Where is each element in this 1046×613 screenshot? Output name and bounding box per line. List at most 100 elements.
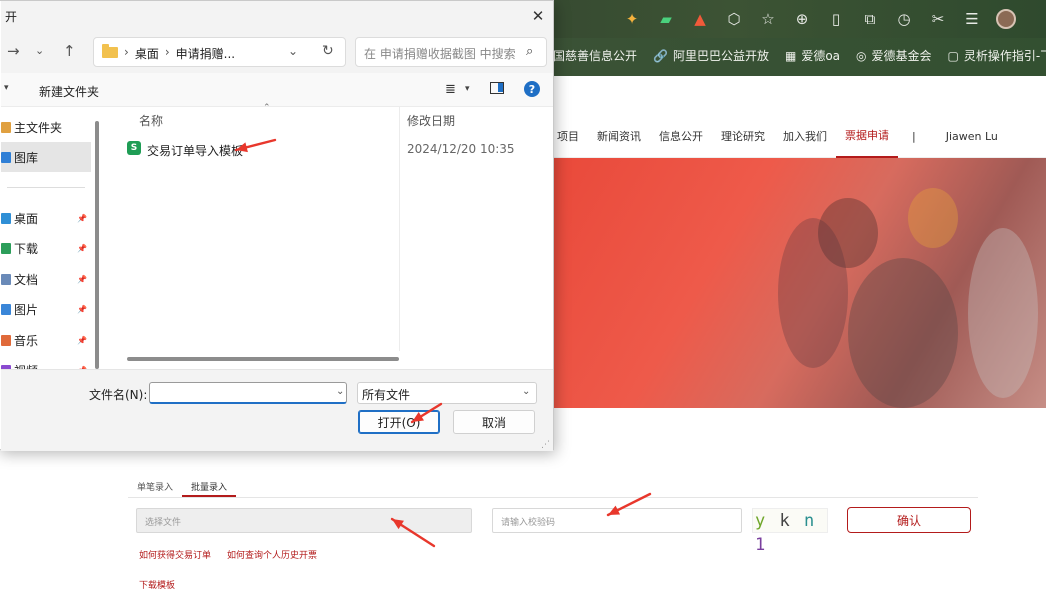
captcha-image[interactable]: y k n 1 <box>752 508 828 555</box>
extension-pdf-icon[interactable]: ▲ <box>690 9 710 29</box>
choose-file-input[interactable]: 选择文件 <box>136 508 472 533</box>
bookmark-item[interactable]: 国慈善信息公开 <box>548 47 637 64</box>
sidebar-item[interactable]: 下载 📌 <box>1 233 91 263</box>
bookmark-item[interactable]: 🔗 阿里巴巴公益开放 <box>653 47 769 64</box>
phone-icon[interactable]: ▯ <box>826 9 846 29</box>
file-row[interactable]: S 交易订单导入模板 2024/12/20 10:35 <box>125 137 545 161</box>
pin-icon[interactable]: 📌 <box>77 305 87 314</box>
query-history-invoice-link[interactable]: 如何查询个人历史开票 <box>227 548 317 561</box>
sidebar-item[interactable]: 图片 📌 <box>1 294 91 324</box>
bookmark-label: 阿里巴巴公益开放 <box>672 49 769 63</box>
sidebar-item-label: 主文件夹 <box>14 120 63 135</box>
chevron-down-icon[interactable]: ⌄ <box>35 44 44 57</box>
file-name: 交易订单导入模板 <box>147 144 244 158</box>
folder-icon <box>1 273 11 285</box>
bookmark-icon: 🔗 <box>653 48 668 63</box>
bookmark-item[interactable]: ▢ 灵析操作指引-飞书 <box>948 47 1046 64</box>
sidebar-item[interactable]: 图库 <box>1 142 91 172</box>
bookmark-item[interactable]: ▦ 爱德oa <box>785 47 840 64</box>
nav-item[interactable]: 信息公开 <box>650 114 712 158</box>
download-icon[interactable]: ⊕ <box>792 9 812 29</box>
breadcrumb-desktop[interactable]: 桌面 <box>135 45 159 62</box>
chevron-down-icon[interactable]: ⌄ <box>288 44 298 58</box>
pin-icon[interactable]: 📌 <box>77 275 87 284</box>
new-folder-button[interactable]: 新建文件夹 <box>39 83 99 100</box>
up-arrow-icon[interactable]: ↑ <box>63 42 76 60</box>
file-type-select[interactable]: 所有文件 ⌄ <box>357 382 537 404</box>
user-avatar[interactable] <box>996 9 1016 29</box>
close-icon[interactable]: ✕ <box>527 5 549 27</box>
breadcrumb-folder[interactable]: 申请捐赠... <box>176 45 235 62</box>
pin-icon[interactable]: 📌 <box>77 336 87 345</box>
sidebar-item[interactable]: 桌面 📌 <box>1 203 91 233</box>
scissors-icon[interactable]: ✂ <box>928 9 948 29</box>
history-icon[interactable]: ◷ <box>894 9 914 29</box>
sidebar-item-label: 图库 <box>14 150 39 165</box>
file-type-value: 所有文件 <box>362 388 411 402</box>
sidebar-item-label: 图片 <box>14 302 39 317</box>
folder-icon <box>1 303 11 315</box>
menu-icon[interactable]: ☰ <box>962 9 982 29</box>
entry-tabs: 单笔录入 批量录入 <box>128 476 978 498</box>
nav-item[interactable]: 票据申请 <box>836 114 898 158</box>
caret-down-icon[interactable]: ▾ <box>4 83 9 93</box>
sidebar-item[interactable]: 主文件夹 <box>1 112 91 142</box>
how-to-get-order-link[interactable]: 如何获得交易订单 <box>139 548 211 561</box>
nav-item[interactable]: 加入我们 <box>774 114 836 158</box>
chevron-down-icon: ⌄ <box>522 386 531 397</box>
pin-icon[interactable]: 📌 <box>77 244 87 253</box>
bookmark-label: 灵析操作指引-飞书 <box>963 49 1046 63</box>
breadcrumb: › 桌面 › 申请捐赠... <box>124 45 236 62</box>
dialog-sidebar: 主文件夹图库桌面 📌 下载 📌 文档 📌 图片 📌 音乐 📌 视频📌 <box>1 107 91 369</box>
preview-pane-icon[interactable] <box>490 82 504 94</box>
nav-item[interactable]: 新闻资讯 <box>588 114 650 158</box>
folder-icon <box>1 334 11 346</box>
sidebar-item[interactable]: 文档 📌 <box>1 264 91 294</box>
extensions-puzzle-icon[interactable]: ⬡ <box>724 9 744 29</box>
open-button[interactable]: 打开(O) <box>358 410 440 434</box>
folder-icon <box>1 212 11 224</box>
forward-arrow-icon[interactable]: → <box>7 42 20 60</box>
column-header-name[interactable]: 名称 <box>139 107 163 131</box>
filename-input[interactable]: ⌄ <box>149 382 347 404</box>
sidebar-item-label: 文档 <box>14 272 39 287</box>
extension-green-icon[interactable]: ▰ <box>656 9 676 29</box>
refresh-icon[interactable]: ↻ <box>322 43 334 59</box>
folder-icon <box>1 121 11 133</box>
dialog-title: 开 <box>5 10 18 24</box>
folder-icon <box>1 151 11 163</box>
resize-grip-icon[interactable]: ⋰ <box>541 440 550 450</box>
caret-down-icon[interactable]: ▾ <box>465 84 470 94</box>
sidebar-item[interactable]: 音乐 📌 <box>1 325 91 355</box>
verification-code-input[interactable]: 请输入校验码 <box>492 508 742 533</box>
column-header-modified[interactable]: 修改日期 <box>407 107 455 131</box>
tab-single-entry[interactable]: 单笔录入 <box>128 476 182 497</box>
pin-icon[interactable]: 📌 <box>77 214 87 223</box>
extension-colorful-icon[interactable]: ✦ <box>622 9 642 29</box>
download-template-link[interactable]: 下载模板 <box>139 578 175 591</box>
horizontal-scrollbar[interactable] <box>127 357 399 361</box>
bookmark-item[interactable]: ◎ 爱德基金会 <box>856 47 932 64</box>
cancel-button[interactable]: 取消 <box>453 410 535 434</box>
nav-item[interactable]: 项目 <box>548 114 588 158</box>
user-name[interactable]: Jiawen Lu <box>930 130 998 143</box>
address-bar[interactable]: › 桌面 › 申请捐赠... ⌄ ↻ <box>93 37 346 67</box>
help-icon[interactable]: ? <box>524 81 540 97</box>
bookmark-star-icon[interactable]: ☆ <box>758 9 778 29</box>
search-input[interactable]: 在 申请捐赠收据截图 中搜索 ⌕ <box>355 37 547 67</box>
help-links: 如何获得交易订单 如何查询个人历史开票 <box>139 548 317 561</box>
confirm-button[interactable]: 确认 <box>847 507 971 533</box>
sidebar-item-label: 下载 <box>14 241 39 256</box>
bookmark-icon: ▢ <box>947 48 959 63</box>
nav-item[interactable]: 理论研究 <box>712 114 774 158</box>
sidebar-item[interactable]: 视频📌 <box>1 355 91 369</box>
chevron-down-icon[interactable]: ⌄ <box>336 386 344 397</box>
dialog-titlebar: 开 ✕ <box>1 1 553 31</box>
sidebar-scrollbar[interactable] <box>95 121 99 369</box>
captcha-char: k <box>779 511 792 531</box>
tab-batch-entry[interactable]: 批量录入 <box>182 476 237 497</box>
view-list-icon[interactable]: ≣ <box>445 82 456 97</box>
collections-icon[interactable]: ⧉ <box>860 9 880 29</box>
search-icon: ⌕ <box>526 44 534 59</box>
bookmark-label: 爱德oa <box>801 49 841 63</box>
